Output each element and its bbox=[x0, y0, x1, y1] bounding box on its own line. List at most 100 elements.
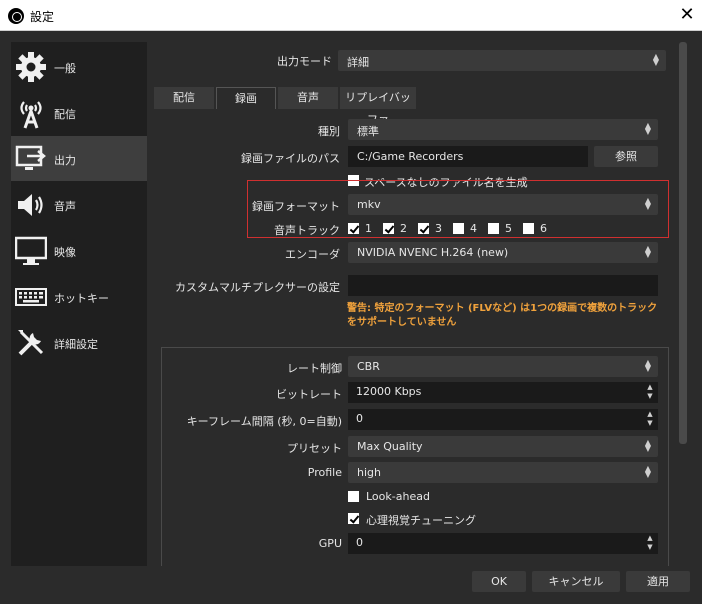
psycho-visual-label: 心理視覚チューニング bbox=[366, 514, 476, 527]
sidebar-item-label: 出力 bbox=[54, 154, 76, 167]
obs-logo-icon bbox=[8, 8, 24, 24]
sidebar-item-audio[interactable]: 音声 bbox=[11, 182, 147, 227]
path-input[interactable]: C:/Game Recorders bbox=[348, 146, 588, 167]
rate-control-select[interactable]: CBR ▲ ▼ bbox=[348, 356, 658, 377]
profile-select[interactable]: high ▲ ▼ bbox=[348, 462, 658, 483]
sidebar-item-stream[interactable]: 配信 bbox=[11, 90, 147, 135]
track-2-label: 2 bbox=[400, 222, 407, 235]
sidebar-item-advanced[interactable]: 詳細設定 bbox=[11, 320, 147, 365]
path-label: 録画ファイルのパス bbox=[241, 152, 340, 165]
preset-select[interactable]: Max Quality ▲ ▼ bbox=[348, 436, 658, 457]
sidebar-item-label: 配信 bbox=[54, 108, 76, 121]
tab-stream[interactable]: 配信 bbox=[154, 87, 214, 109]
output-mode-value: 詳細 bbox=[347, 56, 369, 69]
audio-track-label: 音声トラック bbox=[274, 224, 340, 237]
speaker-icon bbox=[18, 194, 43, 216]
preset-value: Max Quality bbox=[357, 440, 423, 453]
track-4-label: 4 bbox=[470, 222, 477, 235]
sidebar-item-label: ホットキー bbox=[54, 292, 109, 305]
gear-icon bbox=[16, 52, 46, 82]
chevron-updown-icon: ▲ ▼ bbox=[644, 196, 651, 211]
apply-button[interactable]: 適用 bbox=[626, 571, 690, 592]
track-5-checkbox[interactable] bbox=[488, 223, 499, 234]
track-3-checkbox[interactable] bbox=[418, 223, 429, 234]
format-select[interactable]: mkv ▲ ▼ bbox=[348, 194, 658, 215]
output-mode-select[interactable]: 詳細 ▲ ▼ bbox=[338, 50, 666, 71]
chevron-updown-icon: ▲ ▼ bbox=[644, 358, 651, 373]
bitrate-spinbox[interactable]: 12000 Kbps ▲ ▼ bbox=[348, 382, 658, 403]
preset-label: プリセット bbox=[287, 442, 342, 455]
rate-control-label: レート制御 bbox=[287, 362, 342, 375]
profile-value: high bbox=[357, 466, 381, 479]
track-6-label: 6 bbox=[540, 222, 547, 235]
look-ahead-label: Look-ahead bbox=[366, 490, 430, 503]
tools-icon bbox=[18, 330, 44, 356]
warning-text: 警告: 特定のフォーマット (FLVなど) は1つの録画で複数のトラックをサポー… bbox=[347, 303, 658, 328]
look-ahead-checkbox[interactable] bbox=[348, 491, 359, 502]
title-bar: 設定 ✕ bbox=[0, 0, 702, 31]
track-1-label: 1 bbox=[365, 222, 372, 235]
profile-label: Profile bbox=[307, 466, 342, 479]
browse-button[interactable]: 参照 bbox=[594, 146, 658, 167]
tab-audio[interactable]: 音声 bbox=[278, 87, 338, 109]
keyboard-icon bbox=[15, 288, 47, 306]
sidebar-item-label: 映像 bbox=[54, 246, 76, 259]
output-mode-label: 出力モード bbox=[277, 55, 332, 68]
sidebar-item-label: 詳細設定 bbox=[54, 338, 98, 351]
gpu-value: 0 bbox=[356, 536, 363, 549]
type-select[interactable]: 標準 ▲ ▼ bbox=[348, 119, 658, 140]
psycho-visual-checkbox[interactable] bbox=[348, 513, 359, 524]
encoder-label: エンコーダ bbox=[285, 248, 340, 261]
chevron-updown-icon: ▲ ▼ bbox=[644, 438, 651, 453]
sidebar-item-label: 一般 bbox=[54, 62, 76, 75]
type-value: 標準 bbox=[357, 125, 379, 138]
track-5-label: 5 bbox=[505, 222, 512, 235]
bitrate-value: 12000 Kbps bbox=[356, 385, 422, 398]
tab-replay-buffer[interactable]: リプレイバッファ bbox=[340, 87, 416, 126]
scrollbar[interactable] bbox=[679, 42, 687, 444]
chevron-updown-icon: ▲ ▼ bbox=[652, 52, 659, 67]
spin-down-icon[interactable]: ▼ bbox=[644, 543, 656, 552]
sidebar-item-video[interactable]: 映像 bbox=[11, 228, 147, 273]
spin-up-icon[interactable]: ▲ bbox=[644, 410, 656, 419]
gpu-spinbox[interactable]: 0 ▲ ▼ bbox=[348, 533, 658, 554]
ok-button[interactable]: OK bbox=[472, 571, 526, 592]
encoder-value: NVIDIA NVENC H.264 (new) bbox=[357, 246, 509, 259]
sidebar-item-output[interactable]: 出力 bbox=[11, 136, 147, 181]
spin-down-icon[interactable]: ▼ bbox=[644, 419, 656, 428]
spin-down-icon[interactable]: ▼ bbox=[644, 392, 656, 401]
spin-up-icon[interactable]: ▲ bbox=[644, 383, 656, 392]
track-2-checkbox[interactable] bbox=[383, 223, 394, 234]
chevron-updown-icon: ▲ ▼ bbox=[644, 121, 651, 136]
tab-recording[interactable]: 録画 bbox=[216, 87, 276, 109]
muxer-input[interactable] bbox=[348, 275, 658, 296]
keyframe-label: キーフレーム間隔 (秒, 0=自動) bbox=[186, 415, 342, 428]
keyframe-value: 0 bbox=[356, 412, 363, 425]
track-4-checkbox[interactable] bbox=[453, 223, 464, 234]
antenna-icon bbox=[20, 101, 42, 129]
muxer-label: カスタムマルチプレクサーの設定 bbox=[175, 281, 340, 294]
encoder-select[interactable]: NVIDIA NVENC H.264 (new) ▲ ▼ bbox=[348, 242, 658, 263]
sidebar-item-hotkeys[interactable]: ホットキー bbox=[11, 274, 147, 319]
output-icon bbox=[15, 145, 46, 170]
sidebar-item-label: 音声 bbox=[54, 200, 76, 213]
cancel-button[interactable]: キャンセル bbox=[532, 571, 620, 592]
sidebar-item-general[interactable]: 一般 bbox=[11, 44, 147, 89]
rate-control-value: CBR bbox=[357, 360, 380, 373]
monitor-icon bbox=[15, 236, 47, 265]
track-1-checkbox[interactable] bbox=[348, 223, 359, 234]
keyframe-spinbox[interactable]: 0 ▲ ▼ bbox=[348, 409, 658, 430]
track-3-label: 3 bbox=[435, 222, 442, 235]
track-6-checkbox[interactable] bbox=[523, 223, 534, 234]
chevron-updown-icon: ▲ ▼ bbox=[644, 464, 651, 479]
window-title: 設定 bbox=[30, 10, 55, 24]
bitrate-label: ビットレート bbox=[276, 388, 342, 401]
sidebar: 一般 配信 出力 音声 映像 ホットキー 詳細設定 bbox=[11, 42, 147, 566]
chevron-updown-icon: ▲ ▼ bbox=[644, 244, 651, 259]
gpu-label: GPU bbox=[318, 537, 342, 550]
spin-up-icon[interactable]: ▲ bbox=[644, 534, 656, 543]
format-value: mkv bbox=[357, 198, 381, 211]
close-button[interactable]: ✕ bbox=[672, 0, 702, 31]
type-label: 種別 bbox=[318, 125, 340, 138]
format-label: 録画フォーマット bbox=[252, 200, 340, 213]
